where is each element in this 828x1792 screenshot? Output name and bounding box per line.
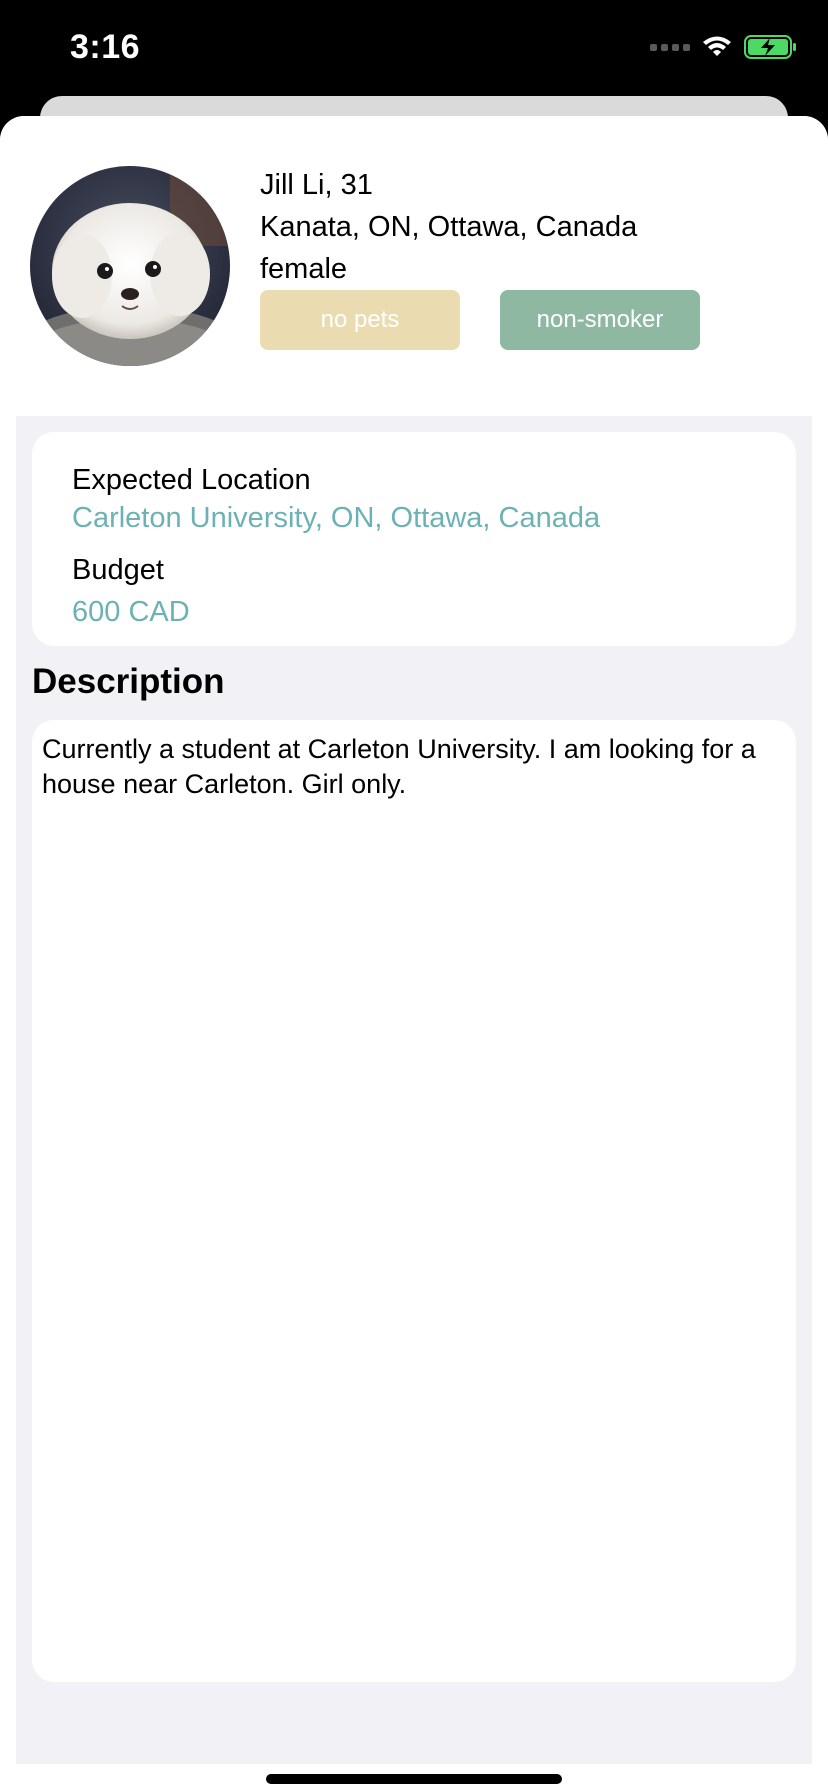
tag-no-pets: no pets bbox=[260, 290, 460, 350]
budget-value: 600 CAD bbox=[72, 596, 190, 628]
home-location: Kanata, ON, Ottawa, Canada bbox=[260, 211, 638, 243]
profile-info: Jill Li, 31 Kanata, ON, Ottawa, Canada f… bbox=[260, 164, 637, 290]
tag-non-smoker: non-smoker bbox=[500, 290, 700, 350]
budget-label: Budget bbox=[72, 554, 164, 586]
name-age: Jill Li, 31 bbox=[260, 169, 373, 201]
description-text: Currently a student at Carleton Universi… bbox=[42, 734, 756, 799]
lifestyle-tags: no pets non-smoker bbox=[260, 290, 700, 350]
profile-sheet: Jill Li, 31 Kanata, ON, Ottawa, Canada f… bbox=[0, 116, 828, 1792]
avatar bbox=[30, 166, 230, 366]
screen: 3:16 Jill Li, 31 Kanata, ON, Ottawa, Can… bbox=[0, 0, 828, 1792]
expected-location-value: Carleton University, ON, Ottawa, Canada bbox=[72, 502, 601, 534]
home-indicator[interactable] bbox=[266, 1774, 562, 1784]
description-title: Description bbox=[32, 662, 225, 701]
details-card: Expected Location Carleton University, O… bbox=[32, 432, 796, 646]
profile-header: Jill Li, 31 Kanata, ON, Ottawa, Canada f… bbox=[0, 116, 828, 416]
status-icons bbox=[650, 34, 798, 60]
battery-charging-icon bbox=[744, 35, 796, 59]
description-card: Currently a student at Carleton Universi… bbox=[32, 720, 796, 1682]
cellular-signal-icon bbox=[650, 43, 690, 51]
status-time: 3:16 bbox=[70, 28, 141, 66]
expected-location-label: Expected Location bbox=[72, 464, 311, 496]
gender: female bbox=[260, 253, 348, 285]
avatar-dog-photo bbox=[30, 166, 230, 366]
wifi-icon bbox=[703, 36, 731, 56]
